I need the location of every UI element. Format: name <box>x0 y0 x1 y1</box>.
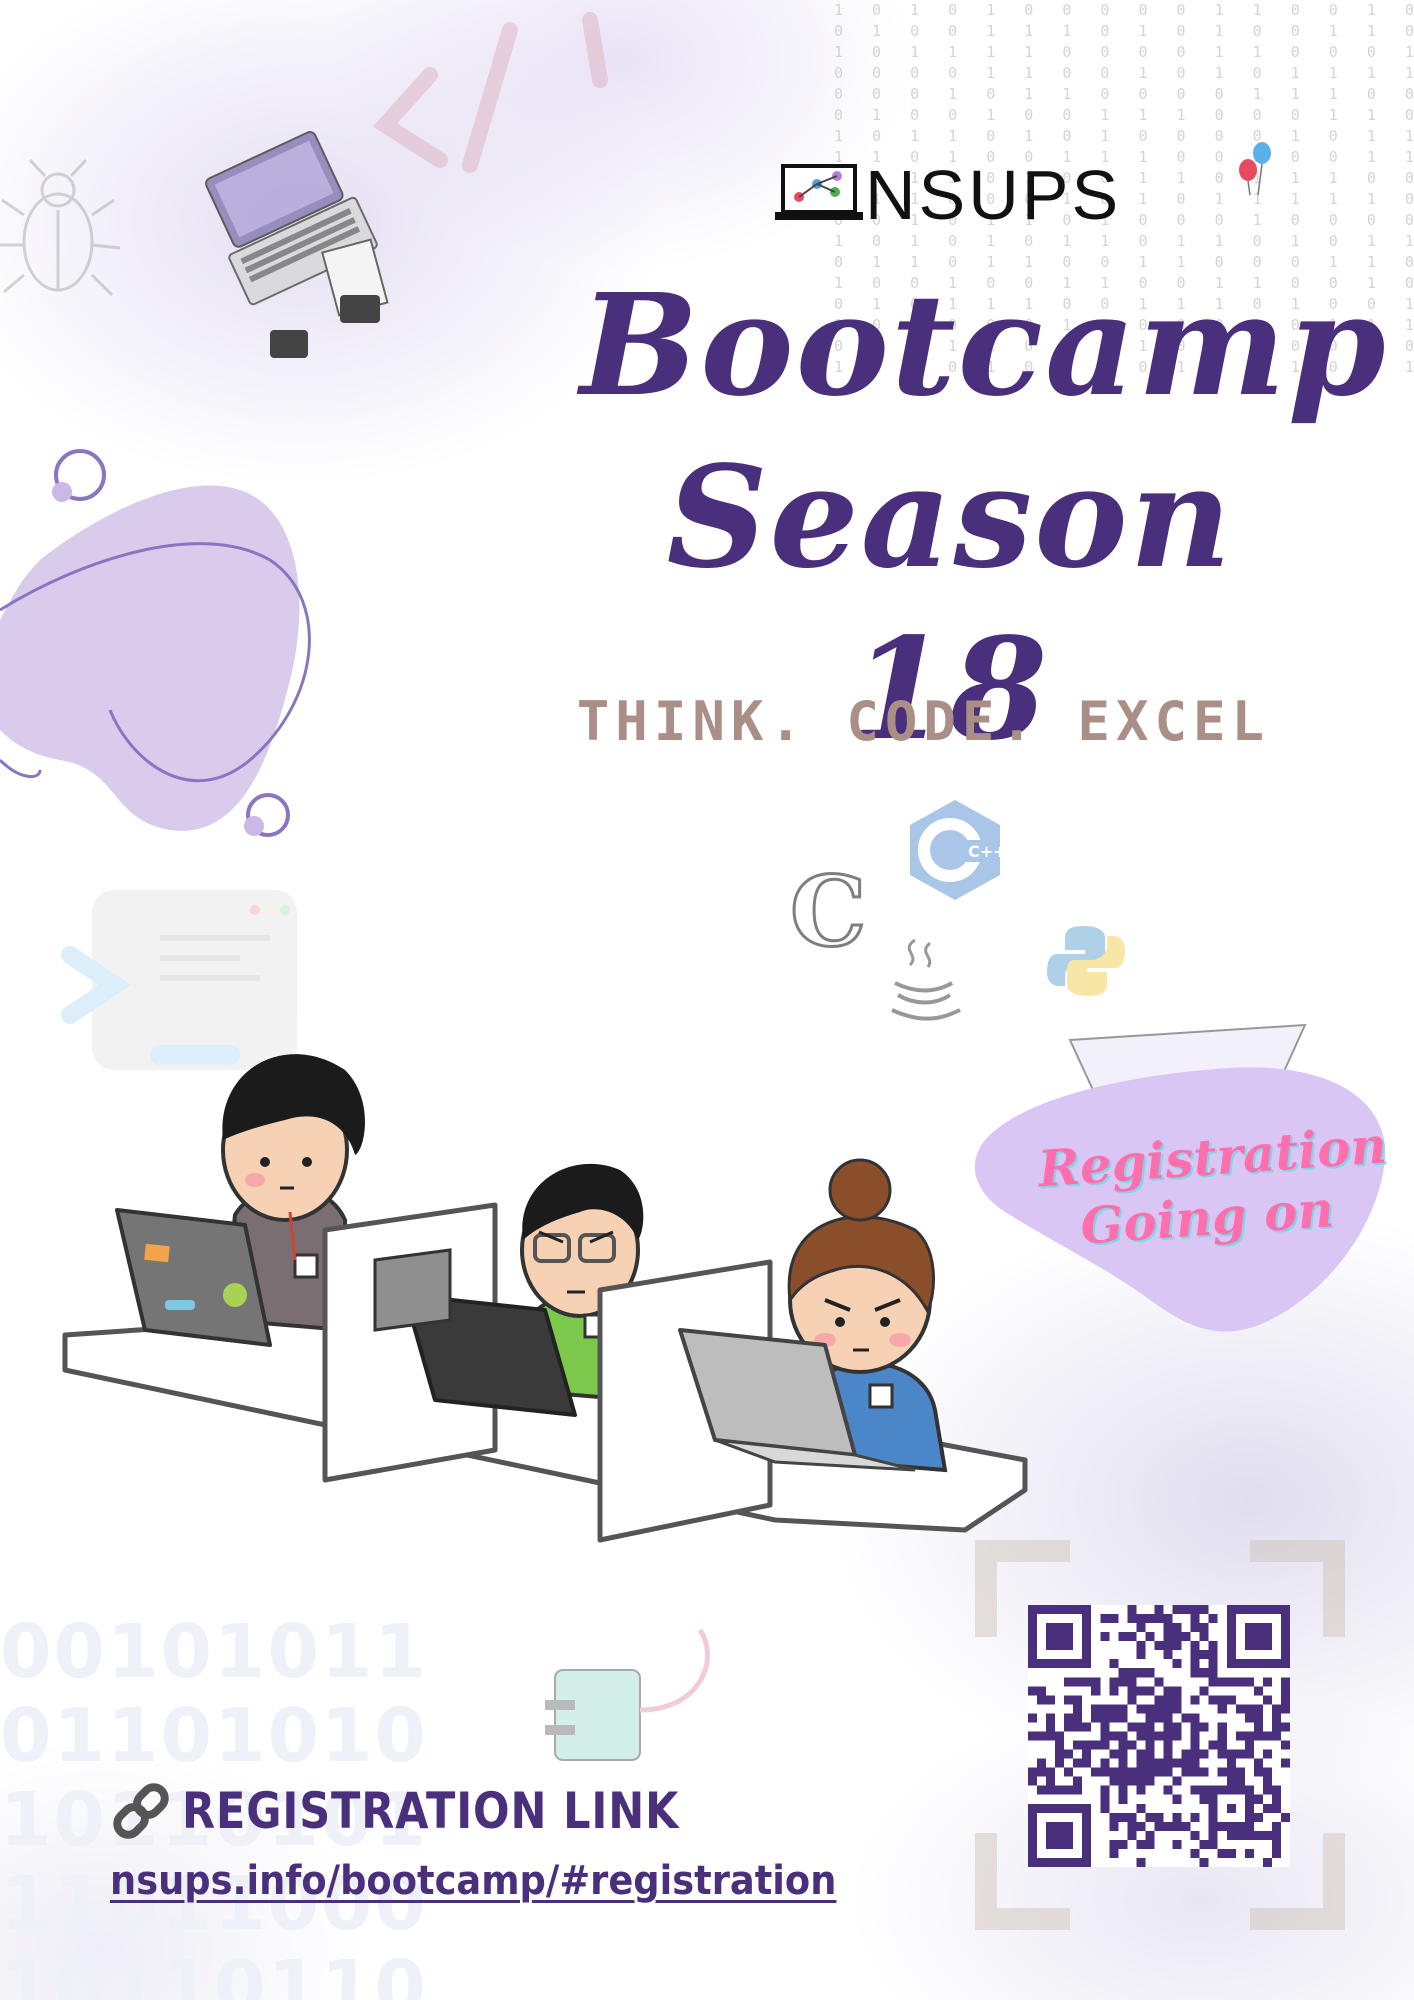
bug-icon <box>0 158 121 297</box>
cpp-language-icon: C++ <box>910 800 1007 900</box>
svg-text:C++: C++ <box>968 842 1007 861</box>
laptop-left <box>115 1208 272 1347</box>
python-icon <box>1047 926 1125 996</box>
qr-code[interactable] <box>1028 1605 1290 1867</box>
plug-icon <box>545 1628 710 1761</box>
tagline: THINK. CODE. EXCEL <box>576 690 1270 753</box>
purple-blob <box>0 485 300 831</box>
registration-url[interactable]: nsups.info/bootcamp/#registration <box>110 1858 836 1904</box>
poster: 1 0 1 0 1 0 0 0 0 0 1 1 0 0 1 0 1 1 0 1 … <box>0 0 1414 2000</box>
c-language-icon: C <box>788 854 867 970</box>
title-line-1: Bootcamp <box>580 264 1388 428</box>
balloon-icon <box>1239 142 1271 196</box>
registration-link-header: REGISTRATION LINK <box>110 1782 760 1840</box>
registration-badge: Registration Going on <box>1036 1115 1388 1260</box>
link-icon <box>113 1783 169 1839</box>
logo-laptop-icon <box>775 164 863 220</box>
nsups-logo: NSUPS <box>775 160 1121 230</box>
org-name: NSUPS <box>865 156 1122 234</box>
code-brackets-icon <box>372 12 608 173</box>
registration-link-label: REGISTRATION LINK <box>182 1782 680 1840</box>
coders-illustration <box>62 1054 1028 1543</box>
